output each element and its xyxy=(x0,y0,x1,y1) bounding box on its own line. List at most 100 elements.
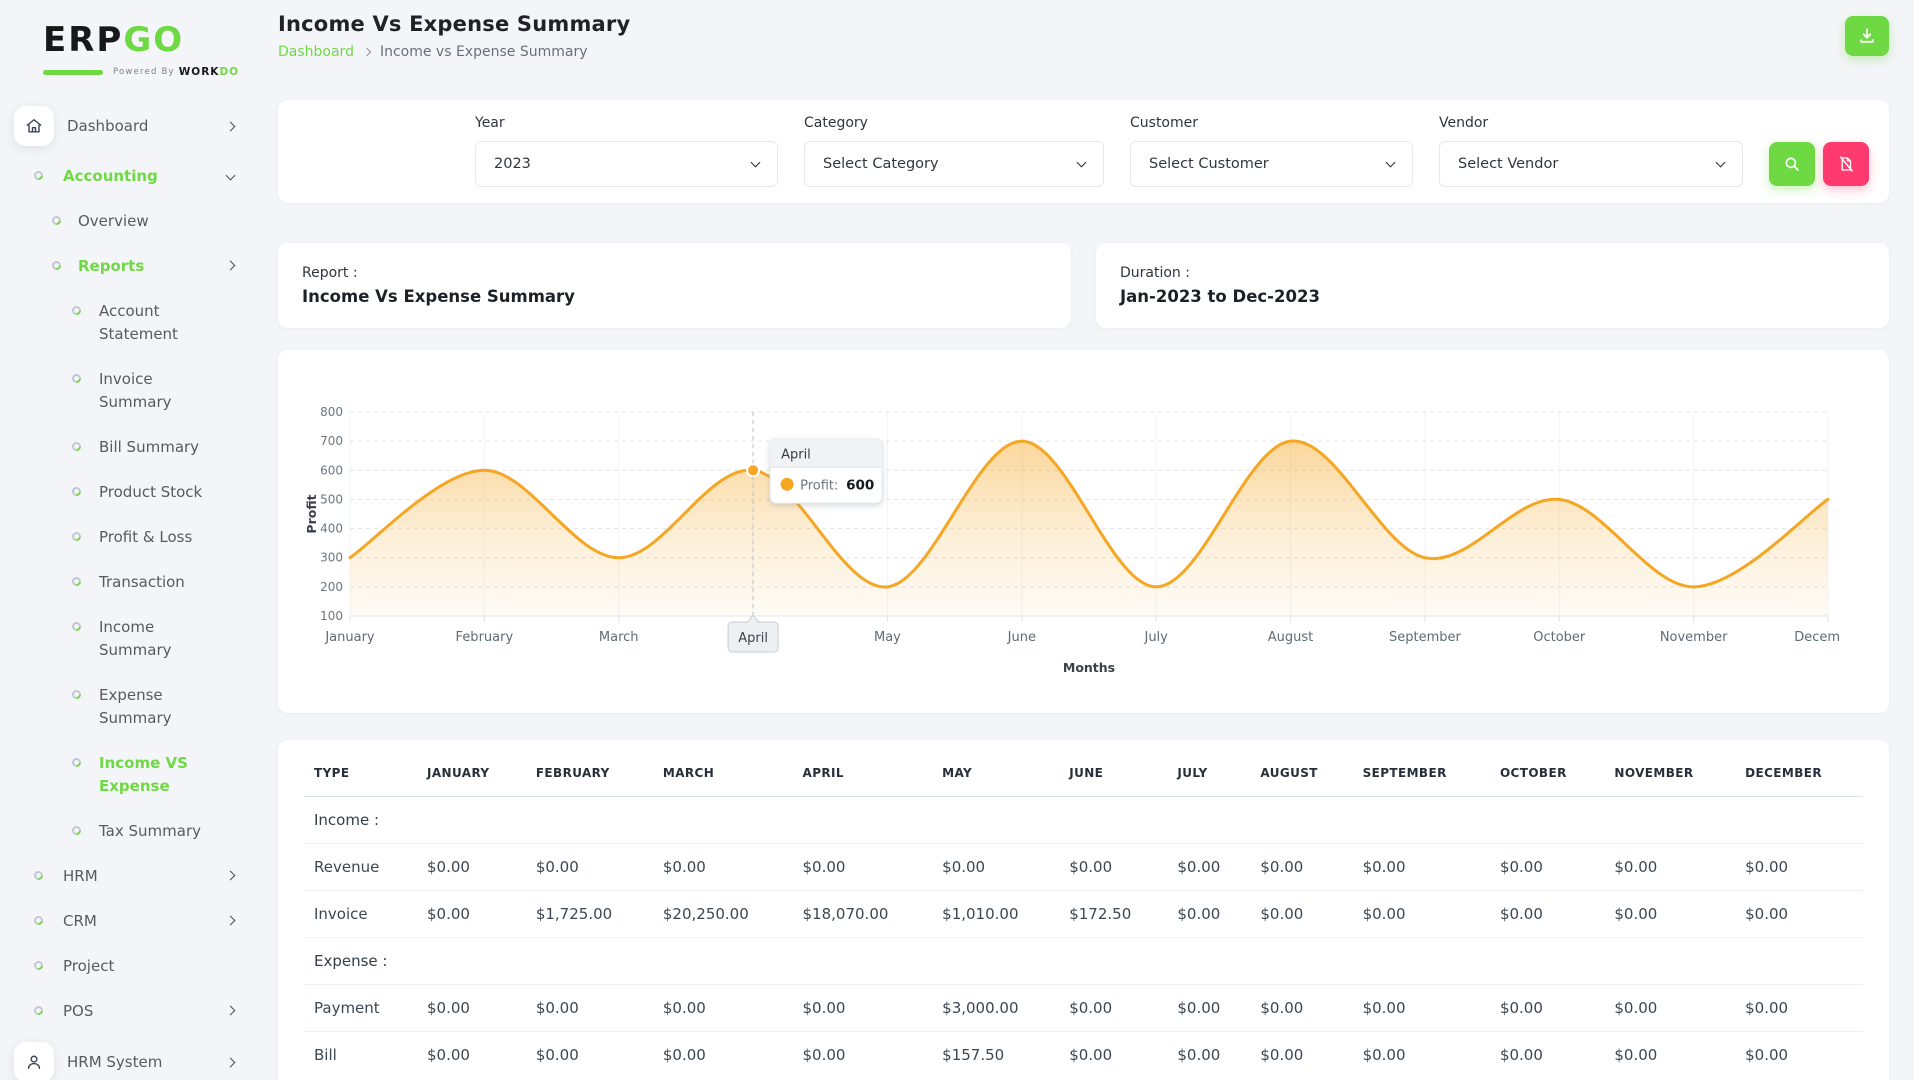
sidebar-item-label: Invoice Summary xyxy=(99,370,172,411)
row-value: $0.00 xyxy=(1604,890,1736,938)
file-off-icon xyxy=(1840,156,1853,172)
row-value: $0.00 xyxy=(652,1031,793,1078)
customer-select[interactable]: Select Customer xyxy=(1130,141,1413,187)
row-value: $0.00 xyxy=(1167,843,1251,891)
sidebar-item-crm[interactable]: CRM xyxy=(0,899,260,944)
logo[interactable]: ERPGO Powered By WORK DO xyxy=(0,0,260,92)
sidebar-item-hrm[interactable]: HRM xyxy=(0,854,260,899)
row-value: $0.00 xyxy=(1250,984,1353,1032)
x-axis-label: October xyxy=(1533,630,1586,645)
x-axis-label: May xyxy=(874,630,901,645)
sidebar-item-label: Dashboard xyxy=(67,116,149,135)
ring-icon xyxy=(64,688,88,701)
row-value: $0.00 xyxy=(1735,1031,1863,1078)
chart-card: 100 200 300 400 500 600 700 800 January February M… xyxy=(278,350,1889,713)
row-value: $20,250.00 xyxy=(652,890,793,938)
ring-icon xyxy=(64,824,88,837)
row-value: $0.00 xyxy=(792,843,933,891)
ring-icon xyxy=(24,169,52,182)
sidebar-item-profit-loss[interactable]: Profit & Loss xyxy=(0,515,260,560)
ring-icon xyxy=(64,620,88,633)
logo-underline-bar xyxy=(43,69,103,75)
column-header: JULY xyxy=(1167,748,1251,797)
powered-by-label: Powered By xyxy=(113,67,175,77)
row-value: $0.00 xyxy=(1352,984,1490,1032)
profit-chart[interactable]: 100 200 300 400 500 600 700 800 January February M… xyxy=(300,370,1871,678)
row-type: Payment xyxy=(304,984,417,1032)
chevron-right-icon xyxy=(362,47,372,57)
vendor-select-value: Select Vendor xyxy=(1458,156,1559,172)
home-icon xyxy=(14,106,54,146)
column-header: JANUARY xyxy=(416,748,526,797)
table-section-row: Income : xyxy=(304,797,1863,844)
download-icon xyxy=(1860,28,1874,43)
sidebar-item-tax-summary[interactable]: Tax Summary xyxy=(0,809,260,854)
sidebar-item-bill-summary[interactable]: Bill Summary xyxy=(0,425,260,470)
row-value: $1,725.00 xyxy=(525,890,653,938)
sidebar-item-label: Product Stock xyxy=(99,483,203,501)
sidebar-item-overview[interactable]: Overview xyxy=(0,199,260,244)
row-value: $0.00 xyxy=(1059,843,1168,891)
income-expense-table: TYPE JANUARY FEBRUARY MARCH APRIL MAY JUNE JULY… xyxy=(304,748,1863,1078)
chevron-right-icon xyxy=(225,121,236,132)
table-row: Revenue $0.00 $0.00 $0.00 $0.00 $0.00 $0.00 $0.… xyxy=(304,843,1863,891)
sidebar-item-income-vs-expense[interactable]: Income VS Expense xyxy=(0,741,260,809)
brand-work-text: WORK xyxy=(178,66,220,78)
year-select[interactable]: 2023 xyxy=(475,141,778,187)
x-axis-label: March xyxy=(599,630,639,645)
sidebar-item-label: Transaction xyxy=(99,573,185,591)
x-axis-label: November xyxy=(1660,630,1728,645)
sidebar-item-product-stock[interactable]: Product Stock xyxy=(0,470,260,515)
sidebar-item-reports[interactable]: Reports xyxy=(0,244,260,289)
chevron-down-icon xyxy=(1076,157,1087,168)
sidebar-item-hrm-system[interactable]: HRM System xyxy=(0,1034,260,1080)
sidebar-item-income-summary[interactable]: Income Summary xyxy=(0,605,260,673)
row-value: $0.00 xyxy=(525,1031,653,1078)
sidebar-item-invoice-summary[interactable]: Invoice Summary xyxy=(0,357,260,425)
search-button[interactable] xyxy=(1769,142,1815,186)
column-header: MARCH xyxy=(652,748,793,797)
ring-icon xyxy=(64,575,88,588)
vendor-select[interactable]: Select Vendor xyxy=(1439,141,1743,187)
sidebar-item-label: Account Statement xyxy=(99,302,178,343)
svg-text:April: April xyxy=(738,631,768,646)
chevron-down-icon xyxy=(1385,157,1396,168)
column-header: NOVEMBER xyxy=(1604,748,1736,797)
sidebar-item-dashboard[interactable]: Dashboard xyxy=(0,98,260,154)
sidebar-item-account-statement[interactable]: Account Statement xyxy=(0,289,260,357)
sidebar-item-pos[interactable]: POS xyxy=(0,989,260,1034)
row-value: $0.00 xyxy=(1059,984,1168,1032)
row-value: $0.00 xyxy=(1489,984,1605,1032)
section-label: Income : xyxy=(314,811,380,829)
app-layout: ERPGO Powered By WORK DO Dashboard Account… xyxy=(0,0,1914,1080)
table-section-row: Expense : xyxy=(304,937,1863,985)
reset-filter-button[interactable] xyxy=(1823,142,1869,186)
sidebar-item-label: HRM xyxy=(63,867,98,885)
ring-icon xyxy=(64,440,88,453)
sidebar-item-label: Bill Summary xyxy=(99,438,200,456)
x-axis-label: July xyxy=(1143,630,1168,645)
ring-icon xyxy=(64,530,88,543)
row-value: $0.00 xyxy=(1250,843,1353,891)
row-value: $0.00 xyxy=(416,890,526,938)
search-icon xyxy=(1785,157,1799,171)
chart-marker xyxy=(746,463,761,478)
sidebar-item-accounting[interactable]: Accounting xyxy=(0,154,260,199)
row-value: $172.50 xyxy=(1059,890,1168,938)
page-title: Income Vs Expense Summary xyxy=(278,12,631,36)
main-content: Income Vs Expense Summary Dashboard Inco… xyxy=(260,0,1914,1080)
table-header-row: TYPE JANUARY FEBRUARY MARCH APRIL MAY JUNE JULY… xyxy=(304,748,1863,797)
sidebar-item-project[interactable]: Project xyxy=(0,944,260,989)
row-value: $0.00 xyxy=(652,984,793,1032)
row-value: $0.00 xyxy=(1352,890,1490,938)
sidebar-item-expense-summary[interactable]: Expense Summary xyxy=(0,673,260,741)
sidebar-item-label: POS xyxy=(63,1002,94,1020)
sidebar-item-transaction[interactable]: Transaction xyxy=(0,560,260,605)
page-header: Income Vs Expense Summary Dashboard Inco… xyxy=(278,0,1889,60)
section-label: Expense : xyxy=(304,937,1863,985)
y-axis-label: 800 xyxy=(320,405,343,419)
breadcrumb-dashboard-link[interactable]: Dashboard xyxy=(278,44,354,60)
category-select[interactable]: Select Category xyxy=(804,141,1104,187)
download-button[interactable] xyxy=(1845,16,1889,56)
profit-area xyxy=(350,440,1828,616)
